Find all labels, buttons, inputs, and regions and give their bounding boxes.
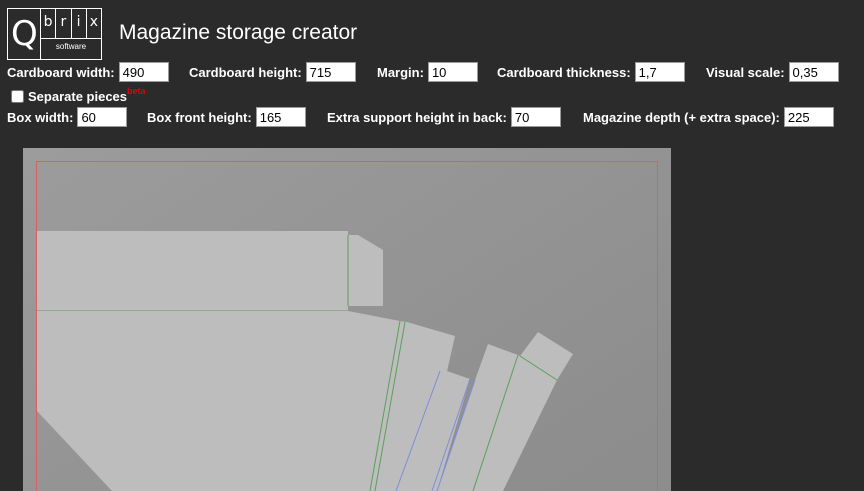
visual-scale-label: Visual scale:: [706, 64, 785, 80]
logo-subtitle: software: [55, 42, 87, 51]
magazine-depth-field: Magazine depth (+ extra space):: [583, 106, 834, 128]
extra-support-height-label: Extra support height in back:: [327, 109, 507, 125]
margin-label: Margin:: [377, 64, 424, 80]
box-side-panel: [37, 311, 400, 491]
cardboard-height-input[interactable]: [305, 62, 356, 82]
cut-layout-drawing: [23, 148, 671, 491]
page-title: Magazine storage creator: [119, 21, 358, 44]
margin-input[interactable]: [427, 62, 478, 82]
logo-letters: b r i x: [41, 9, 101, 39]
extra-support-height-input[interactable]: [510, 107, 561, 127]
separate-pieces-checkbox[interactable]: [11, 90, 24, 103]
cardboard-width-label: Cardboard width:: [7, 64, 115, 80]
cut-layout-canvas: [23, 148, 671, 491]
magazine-depth-input[interactable]: [783, 107, 834, 127]
logo-letter: i: [72, 9, 87, 39]
box-front-height-field: Box front height:: [147, 106, 306, 128]
logo-letter: r: [56, 9, 72, 39]
qbrix-logo: Q b r i x software: [7, 8, 102, 60]
box-front-height-input[interactable]: [255, 107, 306, 127]
beta-badge: beta: [127, 85, 146, 96]
box-width-input[interactable]: [77, 107, 128, 127]
box-front-height-label: Box front height:: [147, 109, 252, 125]
box-width-field: Box width:: [7, 106, 128, 128]
cardboard-thickness-input[interactable]: [634, 62, 685, 82]
cardboard-thickness-field: Cardboard thickness:: [497, 61, 685, 83]
margin-field: Margin:: [377, 61, 478, 83]
magazine-depth-label: Magazine depth (+ extra space):: [583, 109, 780, 125]
cardboard-width-input[interactable]: [118, 62, 169, 82]
visual-scale-field: Visual scale:: [706, 61, 839, 83]
logo-letter: b: [41, 9, 57, 39]
cardboard-height-label: Cardboard height:: [189, 64, 302, 80]
cardboard-thickness-label: Cardboard thickness:: [497, 64, 631, 80]
page: Q b r i x software Magazine storage crea…: [0, 0, 864, 491]
logo-letter: x: [89, 14, 99, 30]
cardboard-width-field: Cardboard width:: [7, 61, 169, 83]
box-width-label: Box width:: [7, 109, 74, 125]
box-back-panel: [37, 231, 348, 311]
separate-pieces-row: Separate pieces beta: [11, 85, 146, 104]
cardboard-height-field: Cardboard height:: [189, 61, 356, 83]
separate-pieces-label[interactable]: Separate pieces: [28, 89, 127, 104]
visual-scale-input[interactable]: [788, 62, 839, 82]
extra-support-height-field: Extra support height in back:: [327, 106, 561, 128]
logo-q: Q: [11, 14, 38, 54]
